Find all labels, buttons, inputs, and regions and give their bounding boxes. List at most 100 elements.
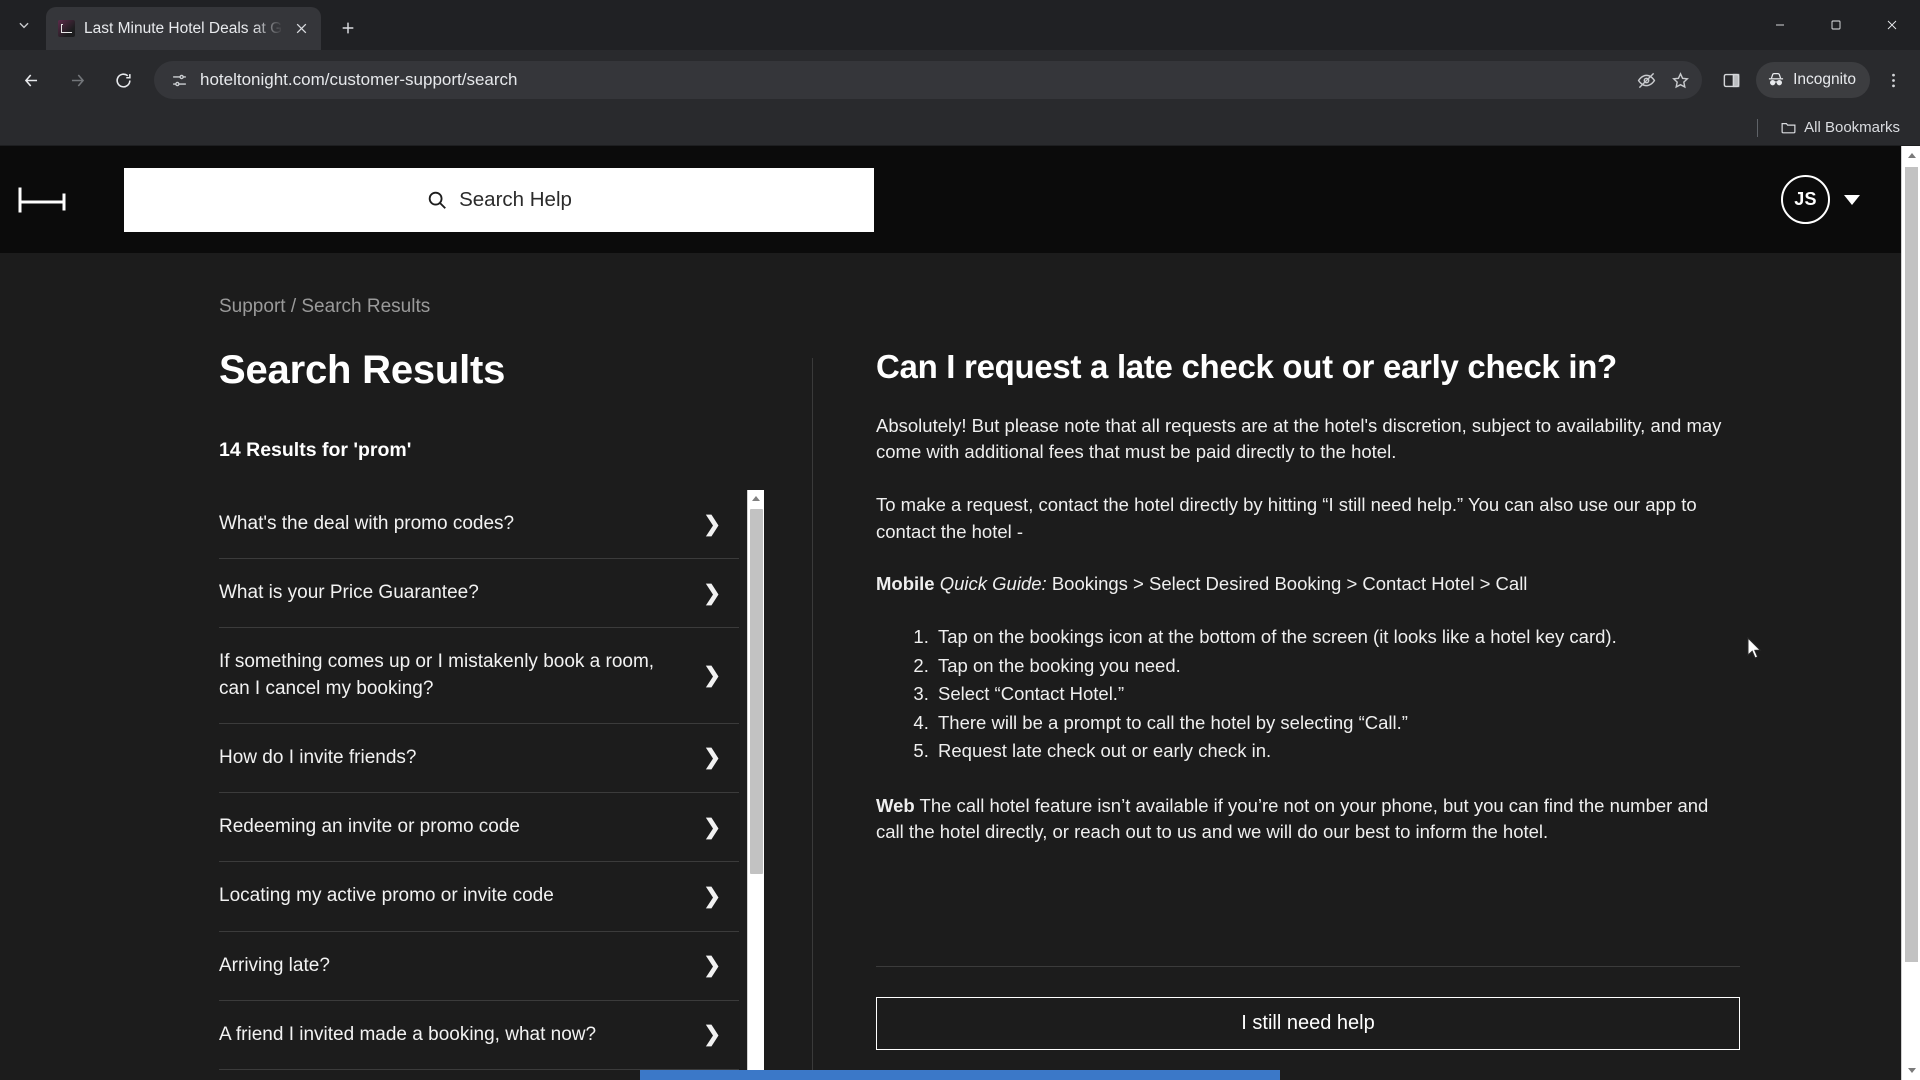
three-dots-vertical-icon[interactable]: [1874, 61, 1912, 99]
results-count: 14 Results for 'prom': [219, 439, 412, 461]
all-bookmarks-button[interactable]: All Bookmarks: [1774, 115, 1906, 140]
back-icon[interactable]: [10, 59, 52, 101]
tab-title: Last Minute Hotel Deals at Grea: [84, 19, 285, 37]
article-panel: Can I request a late check out or early …: [813, 348, 1920, 1080]
chevron-right-icon[interactable]: ❯: [703, 1022, 737, 1047]
article-step: There will be a prompt to call the hotel…: [934, 709, 1740, 737]
tab-search-button[interactable]: [6, 7, 42, 43]
minimize-icon[interactable]: [1752, 0, 1808, 50]
article-divider: [876, 966, 1740, 968]
search-input[interactable]: Search Help: [124, 167, 874, 232]
browser-window: Last Minute Hotel Deals at Grea hotelton…: [0, 0, 1920, 1080]
article-paragraph-2: To make a request, contact the hotel dir…: [876, 494, 1697, 542]
page-scroll-down-arrow-icon[interactable]: [1902, 1061, 1920, 1080]
search-results-panel: Search Results 14 Results for 'prom' Wha…: [219, 348, 812, 1080]
chevron-right-icon[interactable]: ❯: [703, 663, 737, 688]
quick-guide-label: Quick Guide:: [939, 573, 1047, 594]
result-item-label: Locating my active promo or invite code: [219, 885, 554, 907]
web-label: Web: [876, 794, 915, 816]
two-column-layout: Search Results 14 Results for 'prom' Wha…: [0, 348, 1920, 1080]
chevron-down-icon[interactable]: [1844, 194, 1860, 205]
browser-toolbar: hoteltonight.com/customer-support/search: [0, 50, 1920, 110]
incognito-indicator[interactable]: Incognito: [1756, 62, 1870, 98]
chevron-right-icon[interactable]: ❯: [703, 745, 737, 770]
reload-icon[interactable]: [102, 59, 144, 101]
article-web-paragraph: Web The call hotel feature isn’t availab…: [876, 793, 1740, 846]
result-item-label: Arriving late?: [219, 954, 330, 976]
eye-slash-icon[interactable]: [1630, 64, 1662, 96]
page-title: Search Results: [219, 348, 506, 392]
tune-icon[interactable]: [166, 67, 192, 93]
chevron-right-icon[interactable]: ❯: [703, 884, 737, 909]
chevron-right-icon[interactable]: ❯: [703, 512, 737, 537]
result-item-label: Redeeming an invite or promo code: [219, 816, 521, 838]
close-icon[interactable]: [289, 17, 313, 41]
article-step: Select “Contact Hotel.”: [934, 680, 1740, 708]
page-content: Support / Search Results Search Results …: [0, 253, 1920, 1080]
side-panel-icon[interactable]: [1712, 61, 1750, 99]
chevron-right-icon[interactable]: ❯: [703, 581, 737, 606]
bookmarks-divider: [1757, 118, 1759, 137]
url-text: hoteltonight.com/customer-support/search: [200, 70, 518, 89]
bookmarks-bar: All Bookmarks: [0, 110, 1920, 146]
hoteltonight-favicon: [58, 20, 75, 37]
results-scroll-area[interactable]: What's the deal with promo codes? ❯ What i…: [219, 490, 764, 1080]
article-step: Tap on the booking you need.: [934, 652, 1740, 680]
browser-tab[interactable]: Last Minute Hotel Deals at Grea: [46, 7, 321, 50]
result-item[interactable]: A friend I invited made a booking, what …: [219, 1001, 739, 1070]
forward-icon[interactable]: [56, 59, 98, 101]
incognito-label: Incognito: [1793, 71, 1856, 88]
new-tab-button[interactable]: [331, 11, 365, 45]
web-text: The call hotel feature isn’t available i…: [876, 794, 1709, 842]
i-still-need-help-button[interactable]: I still need help: [876, 997, 1740, 1051]
article-title: Can I request a late check out or early …: [876, 348, 1617, 385]
result-item-label: What is your Price Guarantee?: [219, 582, 479, 604]
star-icon[interactable]: [1664, 64, 1696, 96]
result-item[interactable]: How do I invite friends? ❯: [219, 724, 739, 794]
tab-strip: Last Minute Hotel Deals at Grea: [0, 0, 1920, 50]
page-scrollbar-thumb[interactable]: [1905, 167, 1918, 962]
article-quick-guide: Mobile Quick Guide: Bookings > Select De…: [876, 571, 1740, 597]
quick-guide-path: Bookings > Select Desired Booking > Cont…: [1051, 573, 1528, 594]
result-item[interactable]: Redeeming an invite or promo code ❯: [219, 793, 739, 863]
window-controls: [1752, 0, 1920, 50]
mobile-label: Mobile: [876, 573, 935, 594]
result-item[interactable]: Arriving late? ❯: [219, 932, 739, 1001]
result-item[interactable]: If something comes up or I mistakenly bo…: [219, 628, 739, 724]
hoteltonight-bed-logo[interactable]: [16, 180, 72, 220]
article-steps-list: Tap on the bookings icon at the bottom o…: [876, 623, 1740, 765]
article-step: Request late check out or early check in…: [934, 737, 1740, 765]
result-item-label: If something comes up or I mistakenly bo…: [219, 651, 655, 699]
avatar[interactable]: JS: [1781, 175, 1830, 224]
mouse-cursor: [1747, 637, 1762, 659]
results-list: What's the deal with promo codes? ❯ What i…: [219, 490, 739, 1080]
search-placeholder: Search Help: [459, 187, 572, 211]
folder-icon: [1781, 123, 1796, 134]
result-item[interactable]: Locating my active promo or invite code ❯: [219, 862, 739, 932]
article-step: Tap on the bookings icon at the bottom o…: [934, 623, 1740, 651]
breadcrumb[interactable]: Support / Search Results: [0, 253, 1920, 318]
result-item[interactable]: What is your Price Guarantee? ❯: [219, 559, 739, 629]
incognito-icon: [1768, 73, 1784, 86]
result-item[interactable]: What's the deal with promo codes? ❯: [219, 490, 739, 560]
maximize-icon[interactable]: [1808, 0, 1864, 50]
search-icon: [426, 189, 448, 211]
scrollbar-thumb[interactable]: [750, 509, 763, 874]
chevron-right-icon[interactable]: ❯: [703, 953, 737, 978]
address-bar[interactable]: hoteltonight.com/customer-support/search: [154, 61, 1703, 99]
result-item-label: What's the deal with promo codes?: [219, 513, 515, 534]
chevron-right-icon[interactable]: ❯: [703, 815, 737, 840]
all-bookmarks-label: All Bookmarks: [1804, 119, 1900, 136]
site-header: Search Help JS: [0, 146, 1920, 253]
window-close-icon[interactable]: [1864, 0, 1920, 50]
web-page: Search Help JS Support / Search Results …: [0, 146, 1920, 1080]
download-progress-bar: [640, 1070, 1280, 1080]
account-menu[interactable]: JS: [1781, 175, 1860, 224]
page-scrollbar[interactable]: [1901, 146, 1920, 1080]
result-item-label: How do I invite friends?: [219, 746, 417, 768]
result-item-label: A friend I invited made a booking, what …: [219, 1023, 597, 1045]
page-scroll-up-arrow-icon[interactable]: [1902, 146, 1920, 165]
article-paragraph-1: Absolutely! But please note that all req…: [876, 414, 1722, 463]
scroll-up-arrow-icon[interactable]: [748, 490, 764, 507]
results-scrollbar[interactable]: [747, 490, 764, 1080]
